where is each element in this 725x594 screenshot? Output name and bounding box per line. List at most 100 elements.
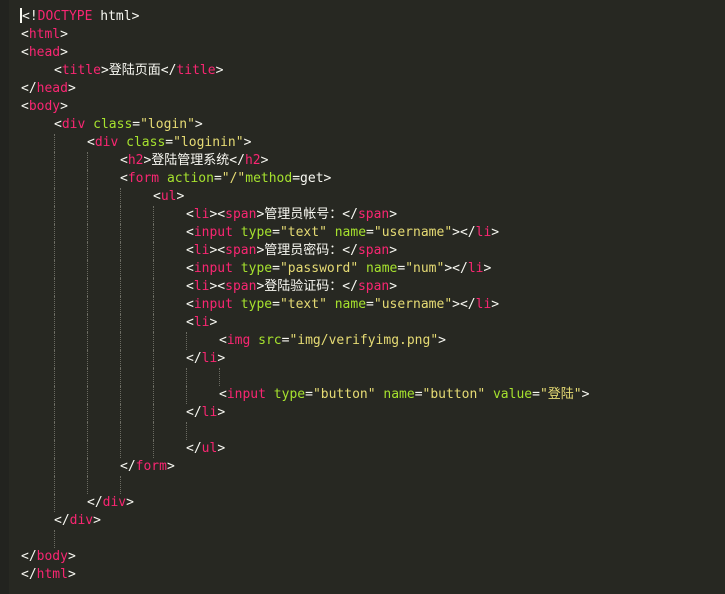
code-token: < bbox=[186, 315, 194, 330]
code-token: form bbox=[135, 459, 167, 474]
indent-guide bbox=[120, 314, 122, 332]
code-token: li bbox=[193, 243, 210, 258]
code-token: type bbox=[240, 261, 273, 276]
code-token: < bbox=[54, 117, 62, 132]
code-token: input bbox=[193, 297, 233, 312]
code-editor[interactable]: <!DOCTYPE html> <html> <head> <title>登陆页面</… bbox=[0, 0, 725, 594]
code-token: < bbox=[153, 189, 161, 204]
code-token: > bbox=[491, 297, 500, 312]
code-token: </ bbox=[186, 441, 202, 456]
indent-guide bbox=[120, 278, 122, 296]
code-token: span bbox=[225, 207, 257, 222]
code-line-content: </head> bbox=[21, 80, 76, 98]
code-token: = bbox=[305, 387, 313, 402]
indent-guide bbox=[54, 206, 56, 224]
code-token: > bbox=[93, 513, 101, 528]
code-token: >管理员帐号：</ bbox=[256, 207, 358, 222]
code-token: > bbox=[60, 45, 68, 60]
code-token: class bbox=[93, 117, 133, 132]
code-token: > bbox=[67, 81, 76, 96]
indent-guide bbox=[54, 404, 56, 422]
code-token: >登陆管理系统</ bbox=[143, 153, 245, 168]
code-token: </ bbox=[120, 459, 136, 474]
code-token: >登陆页面</ bbox=[100, 63, 177, 78]
indent-guide bbox=[153, 386, 155, 404]
code-line-content: </li> bbox=[186, 404, 225, 422]
code-token: </ bbox=[186, 405, 202, 420]
code-token: < bbox=[186, 297, 194, 312]
code-token: = bbox=[397, 261, 406, 276]
code-token: ></ bbox=[452, 297, 476, 312]
code-token: "/" bbox=[221, 171, 246, 186]
code-token: DOCTYPE bbox=[37, 9, 93, 24]
indent-guide bbox=[54, 314, 56, 332]
indent-guide bbox=[87, 188, 89, 206]
code-token: li bbox=[193, 207, 210, 222]
code-line-content: <form action="/"method=get> bbox=[120, 170, 331, 188]
code-token: = bbox=[366, 225, 374, 240]
indent-guide bbox=[87, 152, 89, 170]
code-token: > bbox=[60, 99, 68, 114]
indent-guide bbox=[54, 170, 56, 188]
indent-guide bbox=[120, 260, 122, 278]
indent-guide bbox=[54, 440, 56, 458]
indent-guide bbox=[54, 152, 56, 170]
indent-guide bbox=[54, 476, 56, 494]
code-token: =get> bbox=[292, 171, 332, 186]
code-token: > bbox=[389, 207, 398, 222]
code-token: form bbox=[127, 171, 160, 186]
indent-guide bbox=[54, 134, 56, 152]
indent-guide bbox=[87, 368, 89, 386]
indent-guide bbox=[153, 224, 155, 242]
code-token: > bbox=[389, 279, 398, 294]
code-token: html> bbox=[92, 9, 140, 24]
code-token: html bbox=[28, 27, 61, 42]
code-token: > bbox=[194, 117, 203, 132]
code-token: > bbox=[217, 405, 226, 420]
code-line-content: <input type="password" name="num"></li> bbox=[186, 260, 491, 278]
code-token: head bbox=[36, 81, 68, 96]
indent-guide bbox=[54, 422, 56, 440]
code-token: src bbox=[258, 333, 282, 348]
code-token: "img/verifyimg.png" bbox=[289, 333, 439, 348]
code-line-content: </form> bbox=[120, 458, 175, 476]
indent-guide bbox=[87, 440, 89, 458]
code-token: name bbox=[383, 387, 415, 402]
indent-guide bbox=[153, 422, 155, 440]
indent-guide bbox=[153, 278, 155, 296]
code-token: > bbox=[491, 225, 500, 240]
code-token: li bbox=[201, 405, 218, 420]
code-token: name bbox=[334, 225, 367, 240]
code-token: >< bbox=[209, 243, 226, 258]
code-line-content: <div class="login"> bbox=[54, 116, 203, 134]
code-line-content: <h2>登陆管理系统</h2> bbox=[120, 152, 268, 170]
code-line-content: <ul> bbox=[153, 188, 184, 206]
indent-guide bbox=[120, 368, 122, 386]
indent-guide bbox=[54, 530, 56, 548]
code-token: = bbox=[272, 225, 280, 240]
code-token: < bbox=[120, 171, 128, 186]
code-token: "username" bbox=[373, 225, 453, 240]
code-token: </ bbox=[21, 549, 37, 564]
code-token: "password" bbox=[279, 261, 359, 276]
code-token: > bbox=[60, 27, 68, 42]
code-token: = bbox=[532, 387, 540, 402]
code-token: h2 bbox=[244, 153, 261, 168]
code-token: li bbox=[475, 297, 492, 312]
code-token: > bbox=[166, 459, 175, 474]
code-line-content: <li><span>管理员帐号：</span> bbox=[186, 206, 397, 224]
code-token: < bbox=[186, 207, 194, 222]
code-token: < bbox=[186, 261, 194, 276]
code-token: head bbox=[28, 45, 61, 60]
code-token: img bbox=[226, 333, 251, 348]
code-token: = bbox=[366, 297, 374, 312]
indent-guide bbox=[153, 350, 155, 368]
indent-guide bbox=[87, 224, 89, 242]
indent-guide bbox=[120, 224, 122, 242]
code-token: < bbox=[186, 243, 194, 258]
code-token: type bbox=[273, 387, 306, 402]
